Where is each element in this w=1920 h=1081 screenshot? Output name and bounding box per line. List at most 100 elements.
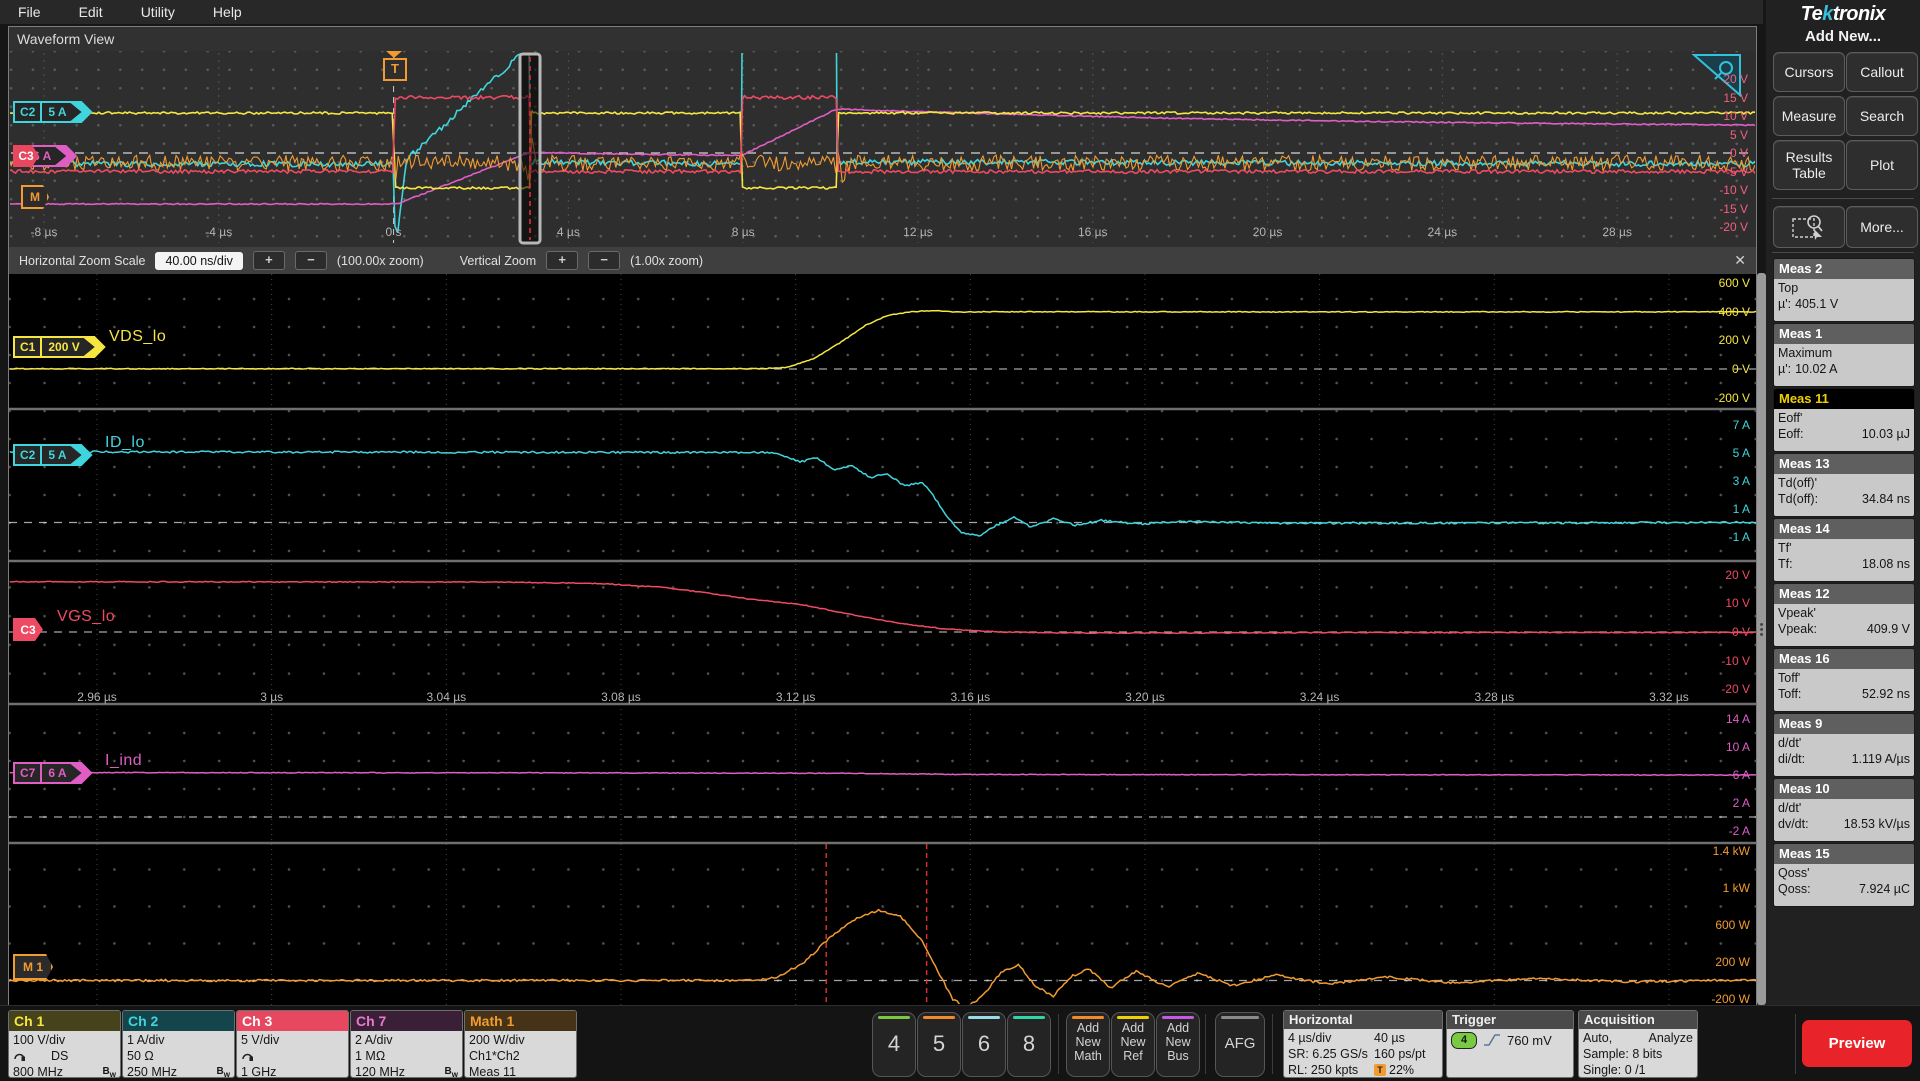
zoom-taxis-label: 3.08 µs xyxy=(601,690,641,704)
measurement-card-meas-14[interactable]: Meas 14 Tf' Tf: 18.08 ns xyxy=(1773,518,1915,582)
menu-item-file[interactable]: File xyxy=(18,4,41,20)
measurement-value: 18.08 ns xyxy=(1862,557,1910,571)
measurement-body: Top µ': 405.1 V xyxy=(1774,279,1914,321)
zoom-badge-c7[interactable]: C7 6 A xyxy=(13,762,93,784)
measurement-header: Meas 12 xyxy=(1774,584,1914,604)
channel-key-8[interactable]: 8 xyxy=(1007,1012,1051,1077)
channel-bandwidth: 120 MHz Bw xyxy=(355,1064,458,1077)
channel-card-ch-1[interactable]: Ch 1 100 V/div DS 800 MHz Bw xyxy=(8,1010,121,1078)
channel-key-6[interactable]: 6 xyxy=(962,1012,1006,1077)
measurement-stat-label: di/dt: xyxy=(1778,752,1806,766)
key-color-stripe xyxy=(923,1016,955,1019)
trigger-header: Trigger xyxy=(1447,1011,1573,1029)
sidebar-button-measure[interactable]: Measure xyxy=(1773,96,1845,136)
measurement-card-meas-9[interactable]: Meas 9 d/dt' di/dt: 1.119 A/µs xyxy=(1773,713,1915,777)
zoom-vaxis-label: 5 A xyxy=(1732,445,1750,460)
measurement-card-meas-16[interactable]: Meas 16 Toff' Toff: 52.92 ns xyxy=(1773,648,1915,712)
measurement-card-meas-12[interactable]: Meas 12 Vpeak' Vpeak: 409.9 V xyxy=(1773,583,1915,647)
add-new-button-bus[interactable]: Add New Bus xyxy=(1156,1012,1200,1077)
sidebar-button-callout[interactable]: Callout xyxy=(1846,52,1918,92)
trigger-settings-card[interactable]: Trigger 4 760 mV xyxy=(1446,1010,1574,1078)
horizontal-zoom-scale-input[interactable]: 40.00 ns/div xyxy=(155,251,243,270)
channel-card-ch-3[interactable]: Ch 3 5 V/div 1 GHz xyxy=(236,1010,349,1078)
trigger-marker-arrow xyxy=(386,51,402,58)
zoom-vaxis-label: 400 V xyxy=(1718,304,1750,319)
measurement-card-meas-15[interactable]: Meas 15 Qoss' Qoss: 7.924 µC xyxy=(1773,843,1915,907)
sidebar-button-plot[interactable]: Plot xyxy=(1846,140,1918,190)
menu-item-utility[interactable]: Utility xyxy=(141,4,175,20)
sidebar-button-results-table[interactable]: Results Table xyxy=(1773,140,1845,190)
zoom-vaxis-label: 1 A xyxy=(1732,501,1750,516)
overview-badge-c2-scale: 5 A xyxy=(40,103,72,121)
v-zoom-plus-button[interactable]: + xyxy=(546,251,579,270)
h-zoom-plus-button[interactable]: + xyxy=(252,251,285,270)
channel-bandwidth-text: 1 GHz xyxy=(241,1065,277,1078)
channel-key-5[interactable]: 5 xyxy=(917,1012,961,1077)
measurement-card-meas-2[interactable]: Meas 2 Top µ': 405.1 V xyxy=(1773,258,1915,322)
horizontal-value: 160 ps/pt xyxy=(1374,1047,1426,1061)
zoom-waveform-plot[interactable]: 600 V 400 V 200 V 0 V -200 V 7 A 5 A 3 A 1 A -1 A… xyxy=(9,274,1756,1006)
measurement-card-meas-11[interactable]: Meas 11 Eoff' Eoff: 10.03 µJ xyxy=(1773,388,1915,452)
overview-badge-m[interactable]: M xyxy=(21,185,49,209)
horizontal-value: 22% xyxy=(1389,1063,1415,1077)
horizontal-settings-card[interactable]: Horizontal 4 µs/div 40 µs SR: 6.25 GS/s 160 … xyxy=(1283,1010,1443,1078)
measurement-body: d/dt' di/dt: 1.119 A/µs xyxy=(1774,734,1914,776)
acquisition-settings-card[interactable]: Acquisition Auto, Analyze Sample: 8 bits Sin… xyxy=(1578,1010,1698,1078)
channel-bandwidth: Meas 11 xyxy=(469,1064,572,1077)
measurement-header: Meas 1 xyxy=(1774,324,1914,344)
zoom-vaxis-label: 1.4 kW xyxy=(1712,844,1750,858)
afg-button[interactable]: AFG xyxy=(1215,1012,1265,1077)
zoom-badge-c1[interactable]: C1 200 V xyxy=(13,336,106,358)
acquisition-overview-plot[interactable]: T 20 V 15 V 10 V 5 V 0 V -5 V -10 V -15 V -20 V -8… xyxy=(9,51,1756,247)
measurement-card-meas-1[interactable]: Meas 1 Maximum µ': 10.02 A xyxy=(1773,323,1915,387)
sidebar-button-search[interactable]: Search xyxy=(1846,96,1918,136)
overview-badge-c2[interactable]: C2 5 A xyxy=(13,101,93,123)
key-color-stripe xyxy=(1117,1016,1149,1019)
horizontal-value: RL: 250 kpts xyxy=(1288,1063,1359,1077)
menu-item-edit[interactable]: Edit xyxy=(79,4,103,20)
measurement-card-meas-13[interactable]: Meas 13 Td(off)' Td(off): 34.84 ns xyxy=(1773,453,1915,517)
overview-vaxis-label: 15 V xyxy=(1723,90,1748,105)
menu-item-help[interactable]: Help xyxy=(213,4,242,20)
trigger-position-marker[interactable]: T xyxy=(383,58,407,81)
probe-icon xyxy=(14,1053,25,1061)
vertical-zoom-label: Vertical Zoom xyxy=(459,253,537,268)
waveform-view-panel: Waveform View T 20 V 15 V 10 V 5 V 0 V -5 V -10… xyxy=(8,26,1757,1006)
zoom-badge-c7-inner: C7 6 A xyxy=(15,764,82,782)
overview-taxis-label: 24 µs xyxy=(1427,225,1458,239)
acquisition-sample: Sample: 8 bits xyxy=(1583,1047,1663,1061)
zoom-select-button[interactable] xyxy=(1773,206,1845,248)
channel-coupling: 1 MΩ xyxy=(355,1048,458,1064)
channel-card-ch-2[interactable]: Ch 2 1 A/div 50 Ω 250 MHz Bw xyxy=(122,1010,235,1078)
channel-bandwidth: 1 GHz xyxy=(241,1064,344,1078)
channel-card-ch-7[interactable]: Ch 7 2 A/div 1 MΩ 120 MHz Bw xyxy=(350,1010,463,1078)
h-zoom-factor-label: (100.00x zoom) xyxy=(336,253,424,268)
zoom-vaxis-label: 1 kW xyxy=(1722,881,1750,895)
zoom-vaxis-label: 600 V xyxy=(1718,276,1750,291)
zoom-vaxis-label: 7 A xyxy=(1732,417,1750,432)
measurement-card-meas-10[interactable]: Meas 10 d/dt' dv/dt: 18.53 kV/µs xyxy=(1773,778,1915,842)
measurement-value: 52.92 ns xyxy=(1862,687,1910,701)
v-zoom-minus-button[interactable]: − xyxy=(588,251,621,270)
channel-key-4[interactable]: 4 xyxy=(872,1012,916,1077)
add-new-button-math[interactable]: Add New Math xyxy=(1066,1012,1110,1077)
add-new-button-ref[interactable]: Add New Ref xyxy=(1111,1012,1155,1077)
channel-card-body: 2 A/div 1 MΩ 120 MHz Bw xyxy=(351,1031,462,1077)
bottom-divider xyxy=(1058,1014,1059,1074)
channel-bandwidth: 250 MHz Bw xyxy=(127,1064,230,1077)
sidebar-more-button[interactable]: More... xyxy=(1846,206,1918,248)
preview-button[interactable]: Preview xyxy=(1802,1020,1912,1067)
zoom-close-button[interactable]: ✕ xyxy=(1734,252,1746,269)
sidebar-button-cursors[interactable]: Cursors xyxy=(1773,52,1845,92)
channel-card-math-1[interactable]: Math 1 200 W/div Ch1*Ch2 Meas 11 xyxy=(464,1010,577,1078)
acquisition-body: Auto, Analyze Sample: 8 bits Single: 0 /1 xyxy=(1579,1029,1697,1077)
channel-card-body: 100 V/div DS 800 MHz Bw xyxy=(9,1031,120,1077)
h-zoom-minus-button[interactable]: − xyxy=(294,251,327,270)
key-label: 5 xyxy=(932,1031,946,1056)
channel-card-body: 1 A/div 50 Ω 250 MHz Bw xyxy=(123,1031,234,1077)
channel-scale-text: 1 A/div xyxy=(127,1033,165,1047)
zoom-badge-m1[interactable]: M 1 xyxy=(13,954,53,980)
panel-splitter-handle[interactable]: • • • xyxy=(1757,273,1766,1005)
measurement-body: Qoss' Qoss: 7.924 µC xyxy=(1774,864,1914,906)
zoom-badge-c2[interactable]: C2 5 A xyxy=(13,444,93,466)
